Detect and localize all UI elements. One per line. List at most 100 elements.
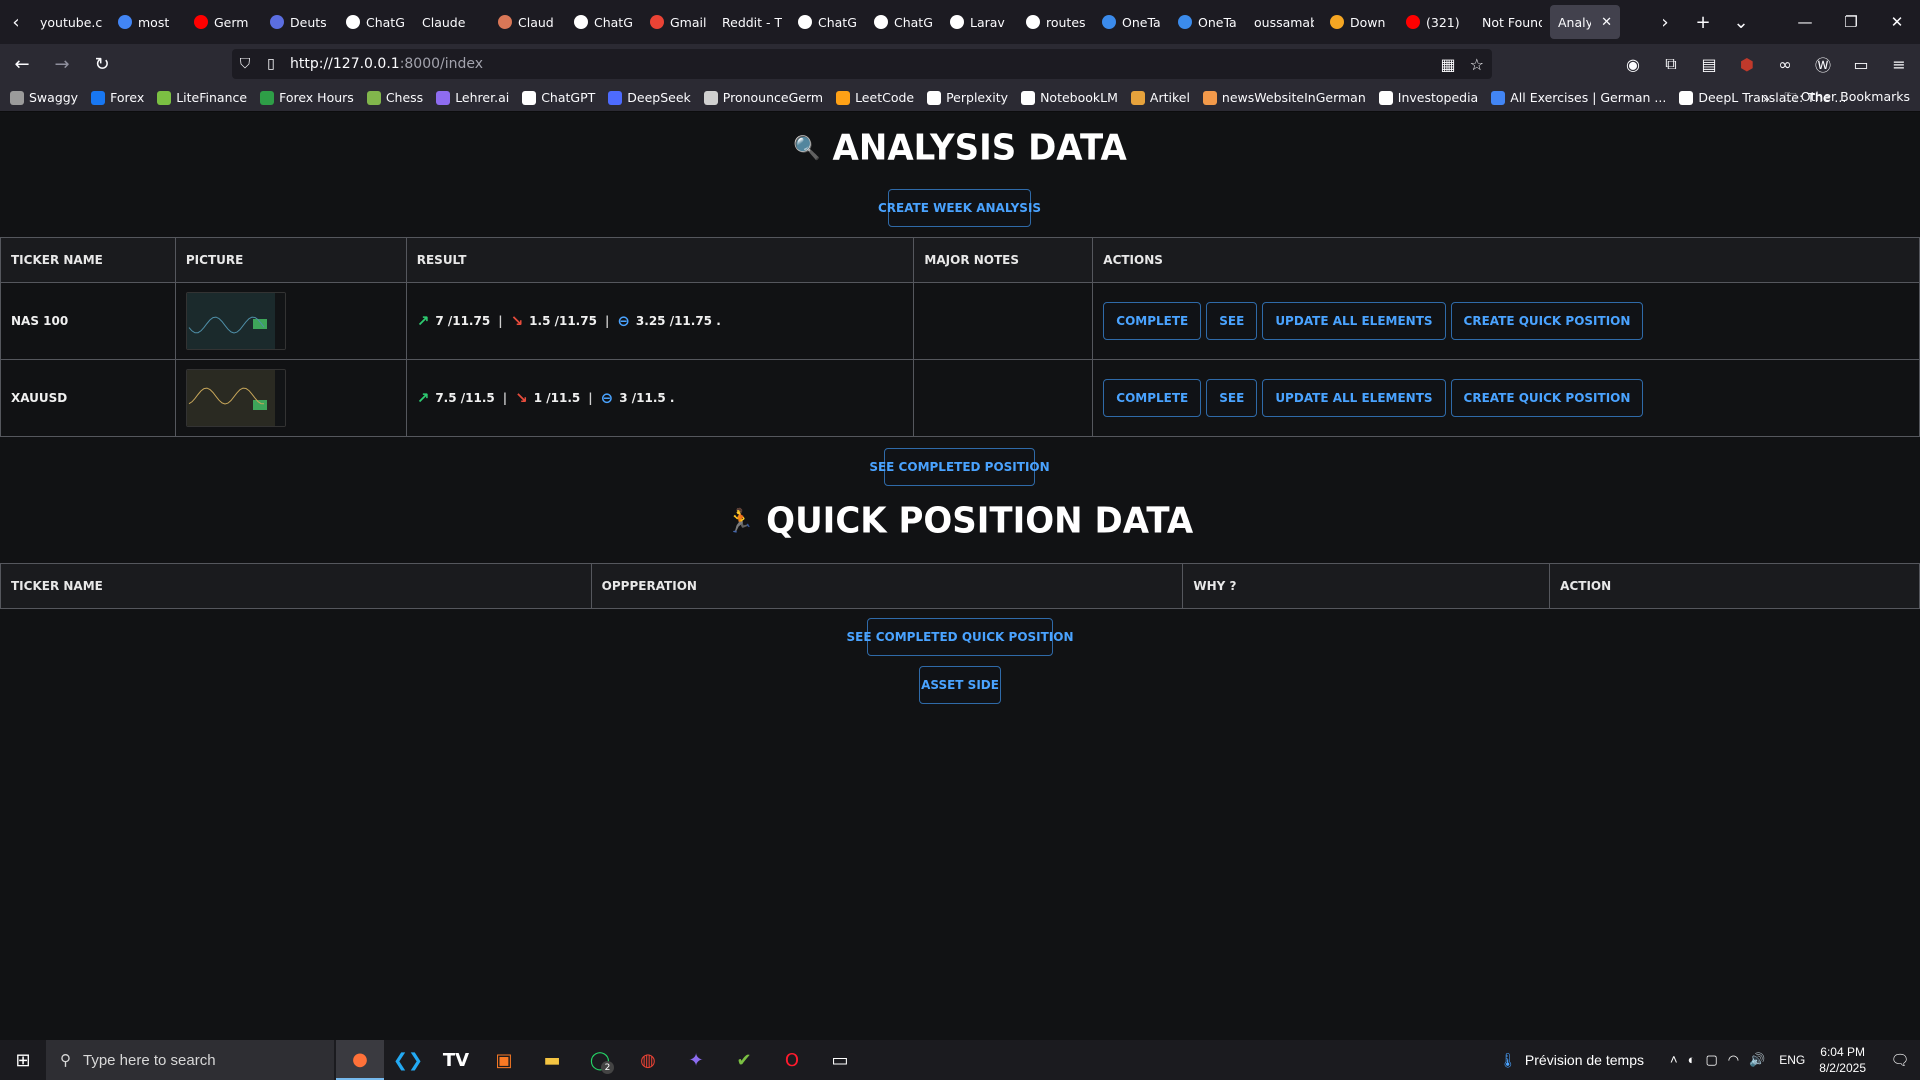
- create-quick-position-button[interactable]: CREATE QUICK POSITION: [1450, 379, 1644, 417]
- tab-8[interactable]: Gmail: [642, 5, 714, 39]
- see-button[interactable]: SEE: [1206, 379, 1258, 417]
- bookmark-14[interactable]: Investopedia: [1378, 90, 1478, 105]
- account-icon[interactable]: ◉: [1618, 49, 1648, 79]
- copilot-icon[interactable]: ✦: [672, 1040, 720, 1080]
- tab-10[interactable]: ChatG: [790, 5, 866, 39]
- vscode-icon[interactable]: ❮❯: [384, 1040, 432, 1080]
- tab-1[interactable]: most: [110, 5, 186, 39]
- bookmark-9[interactable]: LeetCode: [836, 90, 914, 105]
- bookmark-10[interactable]: Perplexity: [927, 90, 1008, 105]
- tab-3[interactable]: Deuts: [262, 5, 338, 39]
- file-explorer-icon[interactable]: ▬: [528, 1040, 576, 1080]
- update-all-elements-button[interactable]: UPDATE ALL ELEMENTS: [1262, 379, 1446, 417]
- tab-20[interactable]: Analysis ✕: [1550, 5, 1620, 39]
- bookmark-5[interactable]: Lehrer.ai: [436, 90, 509, 105]
- bookmark-star-icon[interactable]: ☆: [1470, 55, 1484, 74]
- bookmark-7[interactable]: DeepSeek: [608, 90, 691, 105]
- windows-start-icon[interactable]: ⊞: [0, 1040, 46, 1080]
- tabs-scroll-right-icon[interactable]: ›: [1646, 4, 1684, 40]
- tab-18[interactable]: (321): [1398, 5, 1474, 39]
- asset-side-button[interactable]: ASSET SIDE: [919, 666, 1001, 704]
- steam-icon[interactable]: ◐: [1688, 1052, 1696, 1068]
- tabs-scroll-left-icon[interactable]: ‹: [0, 0, 32, 44]
- litefinance-app-icon[interactable]: ✔: [720, 1040, 768, 1080]
- tab-11[interactable]: ChatG: [866, 5, 942, 39]
- create-quick-position-button[interactable]: CREATE QUICK POSITION: [1450, 302, 1644, 340]
- tab-7[interactable]: ChatG: [566, 5, 642, 39]
- terminal-icon[interactable]: ▭: [816, 1040, 864, 1080]
- menu-icon[interactable]: ≡: [1884, 49, 1914, 79]
- bookmarks-overflow-icon[interactable]: »: [1763, 91, 1771, 106]
- tab-0[interactable]: youtube.c: [32, 5, 110, 39]
- bookmark-1[interactable]: Forex: [91, 90, 144, 105]
- clock[interactable]: 6:04 PM 8/2/2025: [1819, 1044, 1866, 1076]
- bookmark-15[interactable]: All Exercises | German ...: [1491, 90, 1666, 105]
- bookmark-2[interactable]: LiteFinance: [157, 90, 247, 105]
- notifications-icon[interactable]: 🗨: [1880, 1051, 1920, 1069]
- forward-icon[interactable]: →: [44, 48, 80, 80]
- tab-12[interactable]: Larav: [942, 5, 1018, 39]
- whatsapp-icon[interactable]: ◯ 2: [576, 1040, 624, 1080]
- chrome-icon[interactable]: ◍: [624, 1040, 672, 1080]
- tab-6[interactable]: Claud: [490, 5, 566, 39]
- xampp-icon[interactable]: ▣: [480, 1040, 528, 1080]
- volume-icon[interactable]: 🔊: [1749, 1052, 1765, 1068]
- taskbar-search[interactable]: ⚲ Type here to search: [46, 1040, 334, 1080]
- see-button[interactable]: SEE: [1206, 302, 1258, 340]
- firefox-icon[interactable]: ●: [336, 1040, 384, 1080]
- language-indicator[interactable]: ENG: [1779, 1053, 1805, 1067]
- grid-icon[interactable]: ▤: [1694, 49, 1724, 79]
- meet-icon[interactable]: ▢: [1705, 1052, 1717, 1068]
- tab-13[interactable]: routes: [1018, 5, 1094, 39]
- tab-15[interactable]: OneTa: [1170, 5, 1246, 39]
- restore-icon[interactable]: ❐: [1828, 0, 1874, 44]
- page-info-icon[interactable]: ▯: [258, 56, 284, 72]
- chart-thumbnail[interactable]: [185, 369, 286, 427]
- complete-button[interactable]: COMPLETE: [1103, 379, 1202, 417]
- bookmark-0[interactable]: Swaggy: [10, 90, 78, 105]
- bookmark-12[interactable]: Artikel: [1130, 90, 1190, 105]
- tab-2[interactable]: Germ: [186, 5, 262, 39]
- bookmark-6[interactable]: ChatGPT: [522, 90, 595, 105]
- list-all-tabs-icon[interactable]: ⌄: [1722, 4, 1760, 40]
- see-completed-position-button[interactable]: SEE COMPLETED POSITION: [869, 448, 1050, 486]
- bookmark-13[interactable]: newsWebsiteInGerman: [1202, 90, 1366, 105]
- tab-4[interactable]: ChatG: [338, 5, 414, 39]
- tradingview-icon[interactable]: TV: [432, 1040, 480, 1080]
- opera-icon[interactable]: O: [768, 1040, 816, 1080]
- bookmark-8[interactable]: PronounceGerm: [703, 90, 823, 105]
- weather-widget[interactable]: 🌡 Prévision de temps: [1499, 1052, 1644, 1069]
- see-completed-quick-position-button[interactable]: SEE COMPLETED QUICK POSITION: [847, 618, 1074, 656]
- extensions-icon[interactable]: ⧉: [1656, 49, 1686, 79]
- ublock-icon[interactable]: ⬢: [1732, 49, 1762, 79]
- chevron-up-icon[interactable]: ˄: [1670, 1052, 1678, 1068]
- glasses-icon[interactable]: ∞: [1770, 49, 1800, 79]
- update-all-elements-button[interactable]: UPDATE ALL ELEMENTS: [1262, 302, 1446, 340]
- url-text[interactable]: http://127.0.0.1:8000/index: [290, 56, 483, 72]
- reload-icon[interactable]: ↻: [84, 48, 120, 80]
- bookmark-3[interactable]: Forex Hours: [260, 90, 354, 105]
- tab-16[interactable]: oussamab: [1246, 5, 1322, 39]
- address-bar[interactable]: ⛉ ▯ http://127.0.0.1:8000/index ▦ ☆: [232, 49, 1492, 79]
- wordpress-icon[interactable]: Ⓦ: [1808, 49, 1838, 79]
- tab-17[interactable]: Down: [1322, 5, 1398, 39]
- bookmark-11[interactable]: NotebookLM: [1021, 90, 1118, 105]
- close-tab-icon[interactable]: ✕: [1601, 15, 1612, 30]
- minimize-icon[interactable]: —: [1782, 0, 1828, 44]
- new-tab-icon[interactable]: +: [1684, 4, 1722, 40]
- back-icon[interactable]: ←: [4, 48, 40, 80]
- tab-9[interactable]: Reddit - Th: [714, 5, 790, 39]
- shield-icon[interactable]: ⛉: [232, 56, 258, 72]
- tab-19[interactable]: Not Found: [1474, 5, 1550, 39]
- tab-5[interactable]: Claude: [414, 5, 490, 39]
- bookmark-4[interactable]: Chess: [366, 90, 423, 105]
- qr-code-icon[interactable]: ▦: [1441, 55, 1456, 74]
- other-bookmarks[interactable]: 🗀 Other Bookmarks: [1784, 88, 1910, 109]
- close-window-icon[interactable]: ✕: [1874, 0, 1920, 44]
- complete-button[interactable]: COMPLETE: [1103, 302, 1202, 340]
- wifi-icon[interactable]: ◠: [1728, 1052, 1739, 1068]
- tab-14[interactable]: OneTa: [1094, 5, 1170, 39]
- sidebar-icon[interactable]: ▭: [1846, 49, 1876, 79]
- chart-thumbnail[interactable]: [185, 292, 286, 350]
- create-week-analysis-button[interactable]: CREATE WEEK ANALYSIS: [878, 189, 1041, 227]
